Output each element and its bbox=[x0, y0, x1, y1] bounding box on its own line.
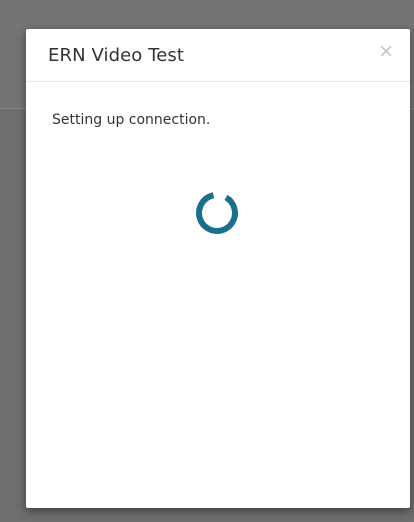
video-test-modal: ERN Video Test × Setting up connection. bbox=[26, 29, 410, 508]
close-button[interactable]: × bbox=[378, 39, 394, 63]
modal-body: Setting up connection. bbox=[26, 82, 410, 508]
loading-spinner-icon bbox=[196, 192, 238, 234]
modal-header: ERN Video Test × bbox=[26, 29, 410, 82]
connection-status-text: Setting up connection. bbox=[52, 112, 211, 128]
modal-title: ERN Video Test bbox=[48, 45, 185, 66]
